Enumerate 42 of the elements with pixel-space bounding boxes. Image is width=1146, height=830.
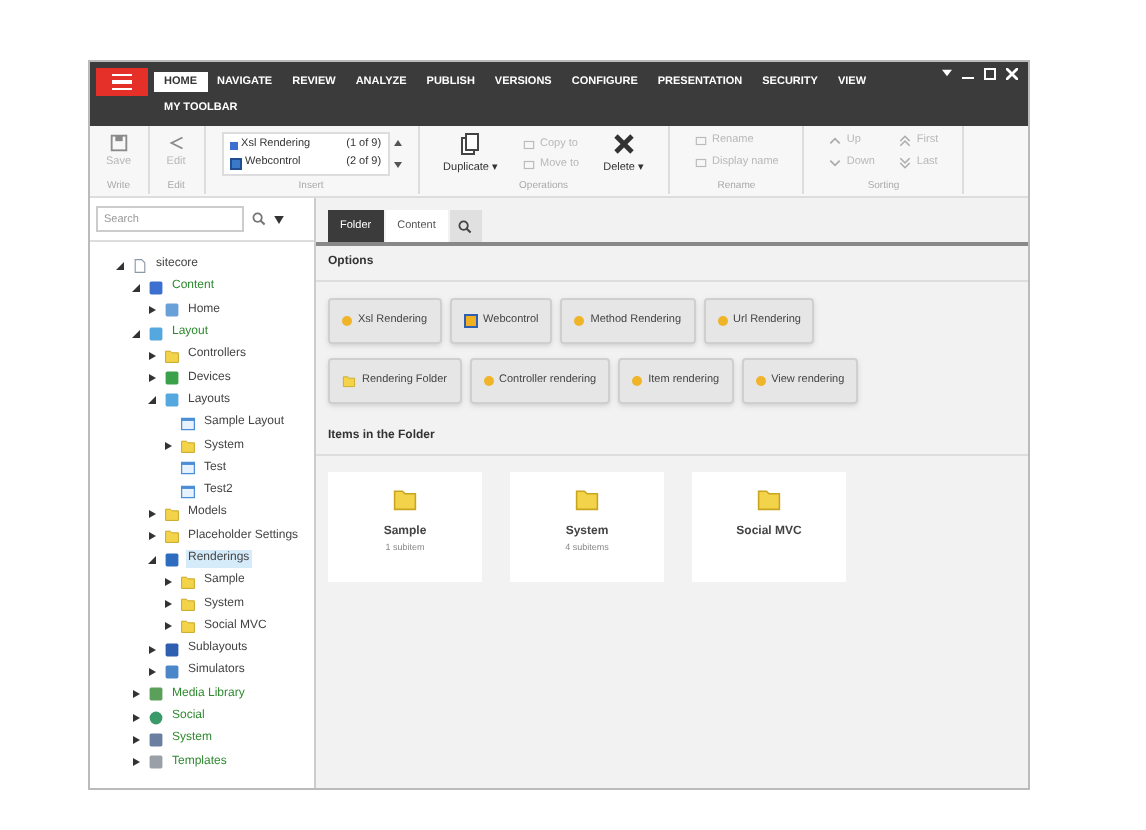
expand-arrow-icon[interactable] <box>146 507 158 520</box>
double-up-icon <box>898 133 913 148</box>
collapse-arrow-icon[interactable] <box>146 394 158 407</box>
folder-icon <box>392 486 418 512</box>
expand-arrow-icon[interactable] <box>146 349 158 362</box>
collapse-arrow-icon[interactable] <box>130 281 142 294</box>
folder-icon <box>180 438 196 455</box>
close-icon[interactable] <box>1006 68 1018 80</box>
folder-icon <box>756 486 782 512</box>
search-icon <box>458 219 473 233</box>
chevron-up-icon <box>828 133 843 148</box>
folder-icon <box>574 486 600 512</box>
floppy-icon <box>107 132 130 154</box>
expand-arrow-icon[interactable] <box>146 372 158 385</box>
chevron-down-icon <box>828 155 843 170</box>
folder-icon <box>164 347 180 364</box>
collapse-arrow-icon[interactable] <box>146 553 158 565</box>
scroll-arrows-icon[interactable] <box>393 138 402 170</box>
menu-icon[interactable] <box>96 68 148 96</box>
expand-arrow-icon[interactable] <box>146 665 158 678</box>
double-down-icon <box>898 155 913 170</box>
expand-arrow-icon[interactable] <box>162 598 174 611</box>
close-icon <box>611 132 636 156</box>
expand-arrow-icon[interactable] <box>162 620 174 633</box>
maximize-icon[interactable] <box>984 68 996 80</box>
search-tab[interactable] <box>449 210 482 242</box>
dropdown-icon[interactable] <box>942 68 952 78</box>
dropdown-icon[interactable] <box>274 215 284 223</box>
square-icon <box>229 141 238 149</box>
expand-arrow-icon[interactable] <box>162 575 174 588</box>
expand-arrow-icon[interactable] <box>146 530 158 543</box>
search-icon[interactable] <box>252 212 266 226</box>
expand-arrow-icon[interactable] <box>130 756 142 769</box>
collapse-arrow-icon[interactable] <box>114 259 126 272</box>
expand-arrow-icon[interactable] <box>146 643 158 656</box>
collapse-arrow-icon[interactable] <box>130 327 142 340</box>
folder-icon <box>342 374 356 388</box>
expand-arrow-icon[interactable] <box>146 304 158 317</box>
expand-arrow-icon[interactable] <box>130 688 142 701</box>
expand-arrow-icon[interactable] <box>130 711 142 724</box>
expand-arrow-icon[interactable] <box>130 733 142 746</box>
expand-arrow-icon[interactable] <box>162 440 174 453</box>
